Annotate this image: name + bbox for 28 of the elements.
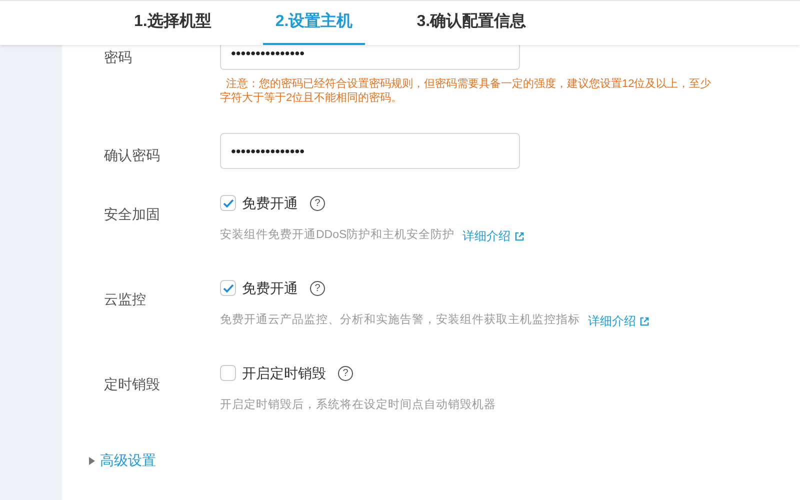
- option-description: 免费开通云产品监控、分析和实施告警，安装组件获取主机监控指标: [220, 312, 580, 328]
- check-icon: [222, 284, 234, 292]
- help-icon[interactable]: ?: [310, 196, 325, 210]
- checkbox-label: 免费开通: [242, 194, 298, 212]
- checkbox[interactable]: [220, 365, 236, 381]
- step-tab[interactable]: 3.确认配置信息: [404, 1, 538, 45]
- checkbox-label: 免费开通: [242, 278, 298, 298]
- external-link-icon: [640, 316, 649, 326]
- field-label: 云监控: [103, 290, 147, 309]
- password-warning: 字符大于等于2位且不能相同的密码。: [220, 91, 404, 105]
- password-field[interactable]: •••••••••••••••: [220, 45, 520, 70]
- field-label: 安全加固: [103, 205, 161, 224]
- help-icon[interactable]: ?: [338, 366, 353, 380]
- checkbox[interactable]: [220, 195, 236, 211]
- checkbox[interactable]: [220, 280, 236, 296]
- step-tab[interactable]: 1.选择机型: [122, 1, 224, 45]
- option-description: 安装组件免费开通DDoS防护和主机安全防护: [220, 227, 455, 244]
- field-label: 确认密码: [103, 146, 161, 164]
- field-label: 密码: [103, 48, 133, 67]
- caret-icon: [89, 456, 95, 465]
- password-warning: 注意：您的密码已经符合设置密码规则，但密码需要具备一定的强度，建议您设置12位及以上，至少: [225, 77, 712, 91]
- confirm-password-field[interactable]: •••••••••••••••: [220, 133, 520, 169]
- help-icon[interactable]: ?: [310, 280, 325, 296]
- external-link-icon: [514, 232, 524, 240]
- checkbox-label: 开启定时销毁: [242, 364, 326, 382]
- field-label: 定时销毁: [103, 375, 161, 394]
- option-description: 开启定时销毁后，系统将在设定时间点自动销毁机器: [220, 397, 496, 413]
- check-icon: [222, 198, 234, 208]
